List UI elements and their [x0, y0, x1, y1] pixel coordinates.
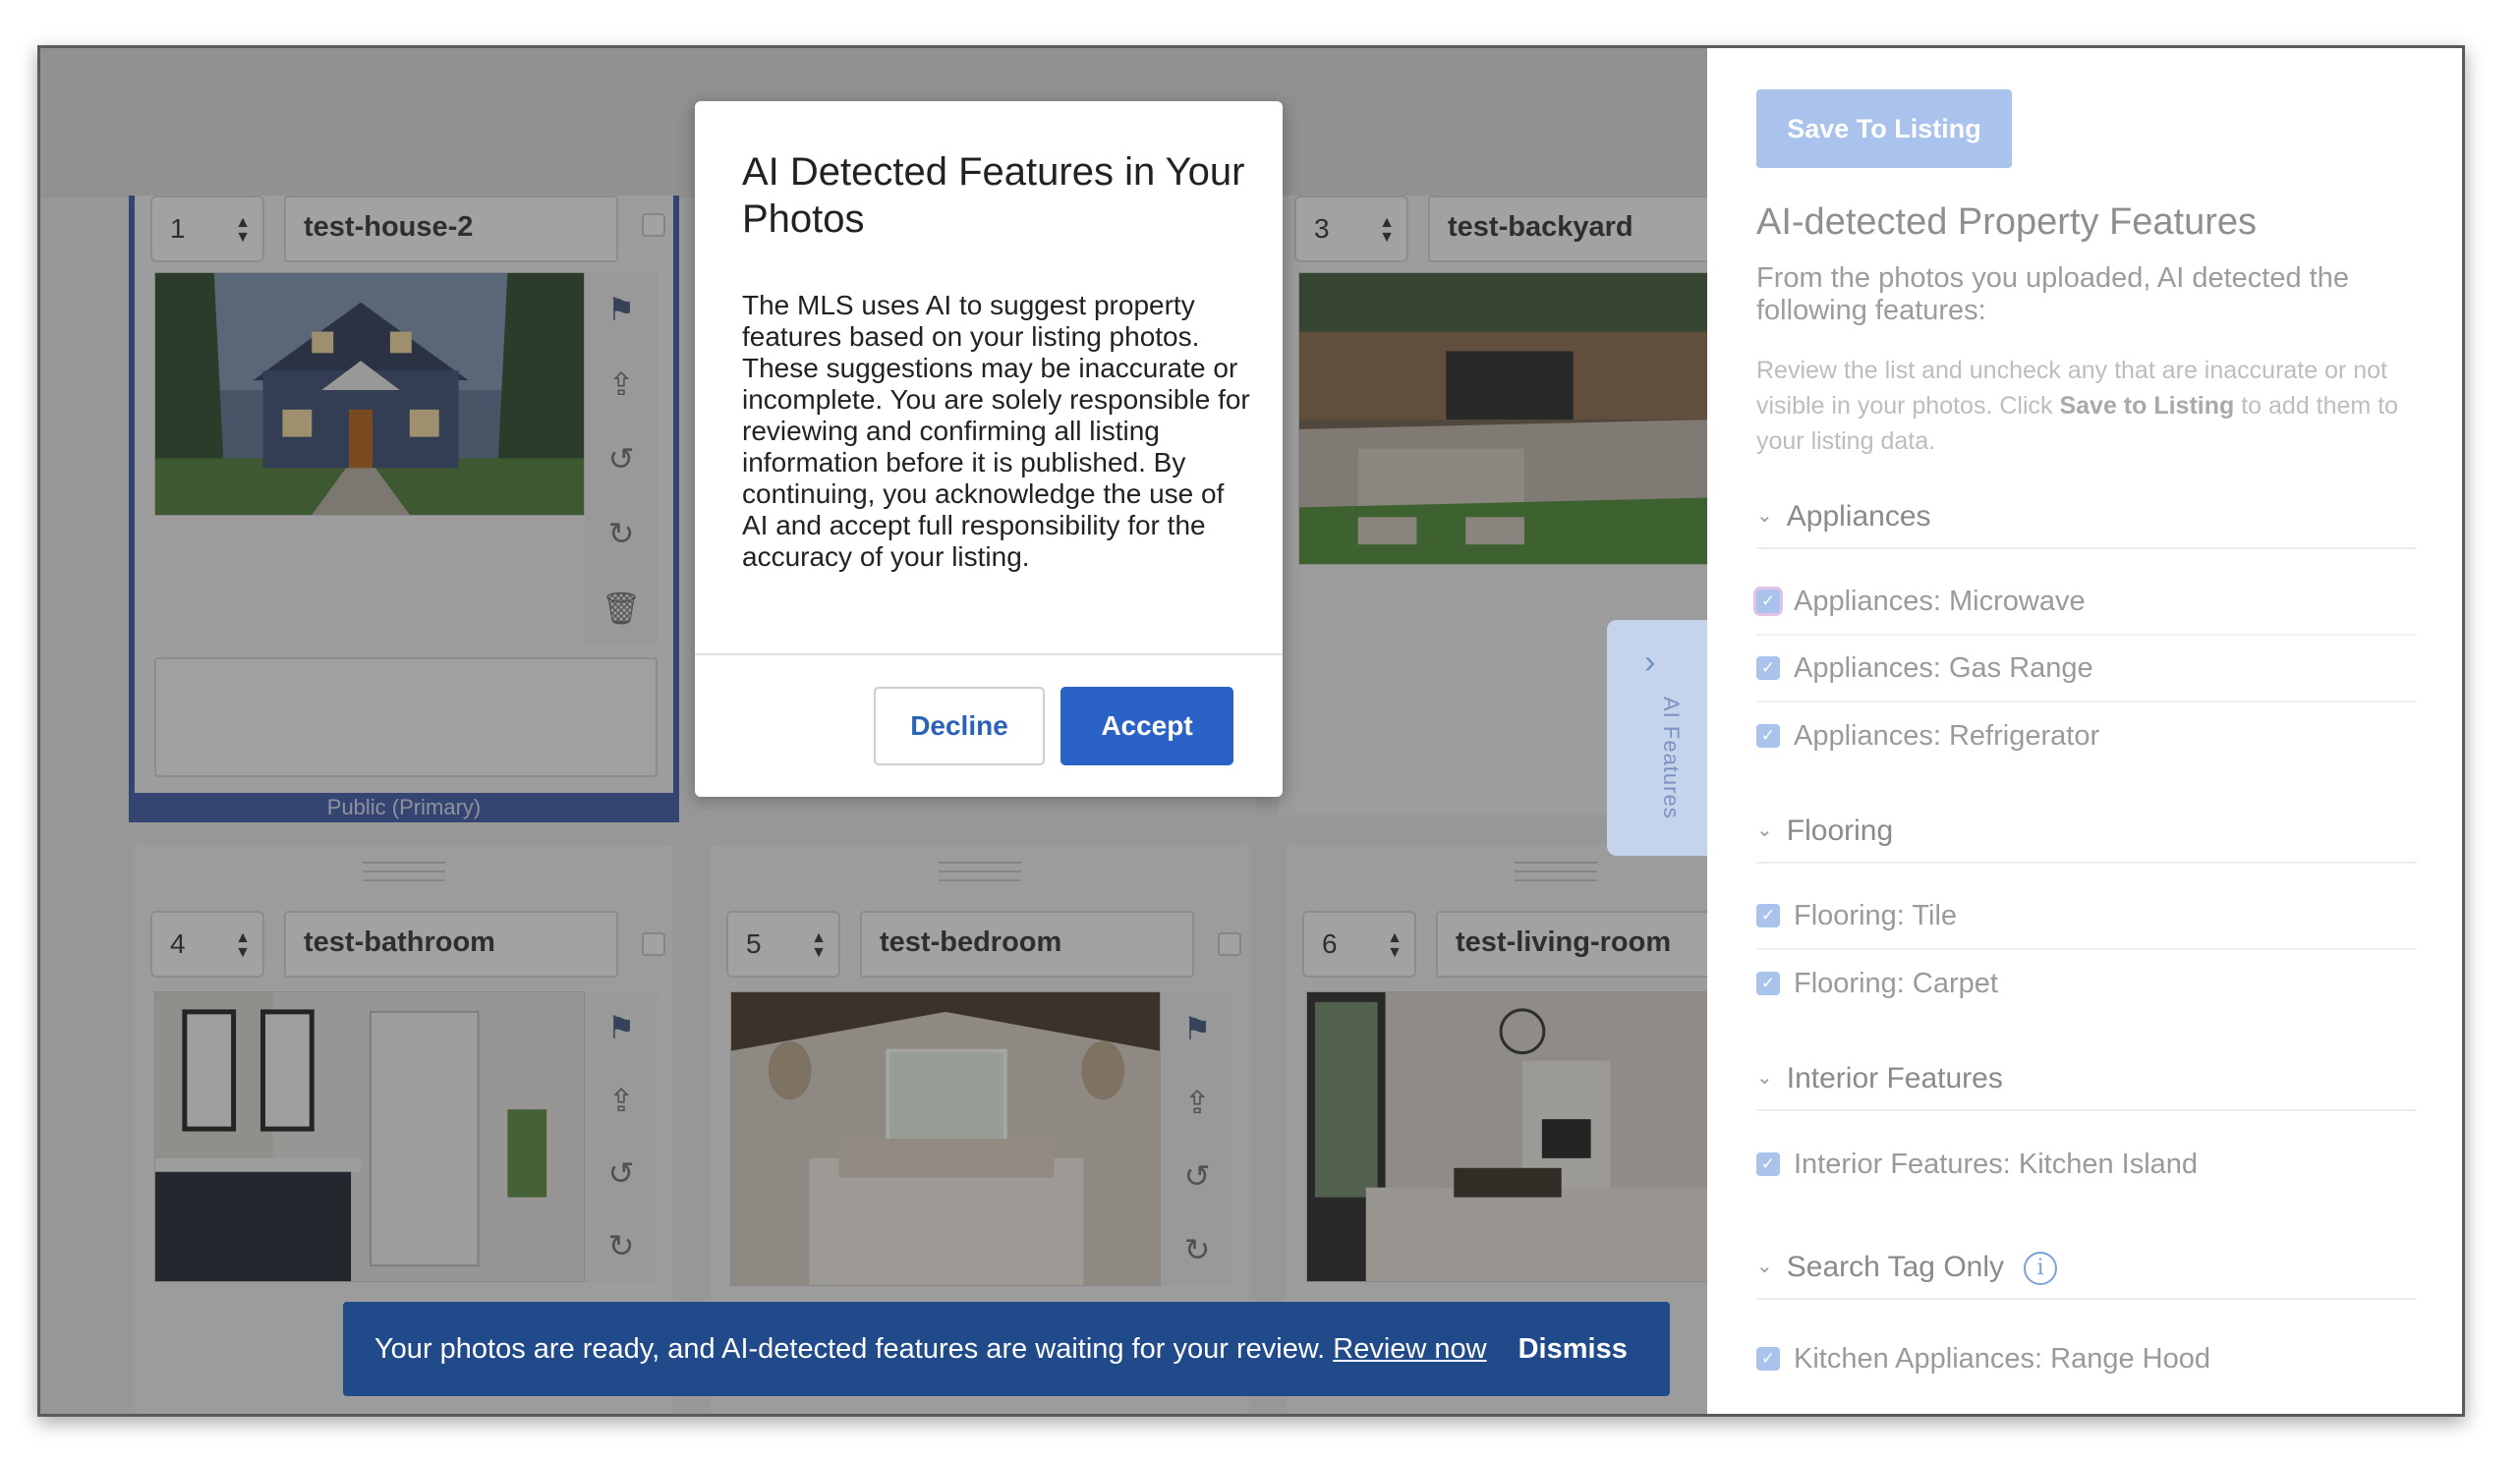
feature-checkbox[interactable]: ✓ [1756, 1347, 1780, 1371]
toast-message: Your photos are ready, and AI-detected f… [374, 1332, 1326, 1365]
panel-subtitle: From the photos you uploaded, AI detecte… [1756, 262, 2349, 326]
review-now-link[interactable]: Review now [1333, 1333, 1486, 1366]
accept-button[interactable]: Accept [1060, 687, 1233, 765]
section-title: Appliances [1786, 500, 1931, 533]
photos-ready-toast: Your photos are ready, and AI-detected f… [343, 1302, 1670, 1396]
section-flooring-header[interactable]: ⌄ Flooring [1756, 814, 2417, 864]
feature-label: Kitchen Appliances: Range Hood [1794, 1342, 2211, 1375]
feature-checkbox[interactable]: ✓ [1756, 972, 1780, 995]
section-title: Interior Features [1786, 1062, 2003, 1095]
section-appliances-header[interactable]: ⌄ Appliances [1756, 500, 2417, 549]
feature-item[interactable]: ✓ Flooring: Carpet [1756, 950, 2417, 1017]
info-icon[interactable]: i [2024, 1251, 2058, 1285]
chevron-down-icon: ⌄ [1756, 1067, 1773, 1089]
feature-label: Appliances: Refrigerator [1794, 719, 2100, 752]
chevron-down-icon: ⌄ [1756, 1256, 1773, 1277]
dismiss-button[interactable]: Dismiss [1518, 1333, 1628, 1366]
feature-checkbox[interactable]: ✓ [1756, 590, 1780, 613]
section-title: Flooring [1786, 814, 1894, 847]
app-window: 1 ▲ ▼ test-house-2 ⚑ ⇪ ↺ ↻ 🗑 Public (Pri… [37, 45, 2465, 1417]
feature-item[interactable]: ✓ Appliances: Gas Range [1756, 636, 2417, 702]
feature-label: Interior Features: Kitchen Island [1794, 1148, 2199, 1180]
chevron-right-icon: › [1644, 644, 1656, 681]
section-search-tag-header[interactable]: ⌄ Search Tag Only i [1756, 1251, 2417, 1300]
decline-button[interactable]: Decline [874, 687, 1045, 765]
feature-item[interactable]: ✓ Flooring: Tile [1756, 883, 2417, 950]
feature-checkbox[interactable]: ✓ [1756, 724, 1780, 748]
feature-item[interactable]: ✓ Appliances: Refrigerator [1756, 702, 2417, 769]
panel-title: AI-detected Property Features [1756, 201, 2258, 243]
feature-label: Appliances: Microwave [1794, 585, 2086, 617]
panel-instructions: Review the list and uncheck any that are… [1756, 353, 2425, 459]
ai-features-tab-label: AI Features [1659, 697, 1684, 819]
feature-checkbox[interactable]: ✓ [1756, 656, 1780, 680]
hint-text-bold: Save to Listing [2059, 392, 2235, 420]
feature-item[interactable]: ✓ Appliances: Microwave [1756, 569, 2417, 636]
feature-checkbox[interactable]: ✓ [1756, 1152, 1780, 1176]
feature-item[interactable]: ✓ Kitchen Appliances: Range Hood [1756, 1325, 2417, 1392]
feature-label: Appliances: Gas Range [1794, 651, 2093, 684]
ai-features-panel: Save To Listing AI-detected Property Fea… [1707, 48, 2462, 1414]
feature-item[interactable]: ✓ Interior Features: Kitchen Island [1756, 1131, 2417, 1198]
save-to-listing-button[interactable]: Save To Listing [1756, 89, 2012, 168]
ai-features-tab[interactable]: › AI Features [1607, 620, 1707, 856]
chevron-down-icon: ⌄ [1756, 819, 1773, 841]
ai-consent-dialog: AI Detected Features in Your Photos The … [695, 101, 1283, 797]
dialog-title: AI Detected Features in Your Photos [742, 150, 1245, 241]
section-title: Search Tag Only [1786, 1251, 2005, 1283]
feature-label: Flooring: Carpet [1794, 967, 1998, 999]
section-interior-features-header[interactable]: ⌄ Interior Features [1756, 1062, 2417, 1111]
dialog-divider [695, 653, 1283, 655]
feature-label: Flooring: Tile [1794, 899, 1958, 931]
dialog-body: The MLS uses AI to suggest property feat… [742, 290, 1250, 572]
feature-checkbox[interactable]: ✓ [1756, 904, 1780, 927]
chevron-down-icon: ⌄ [1756, 505, 1773, 527]
